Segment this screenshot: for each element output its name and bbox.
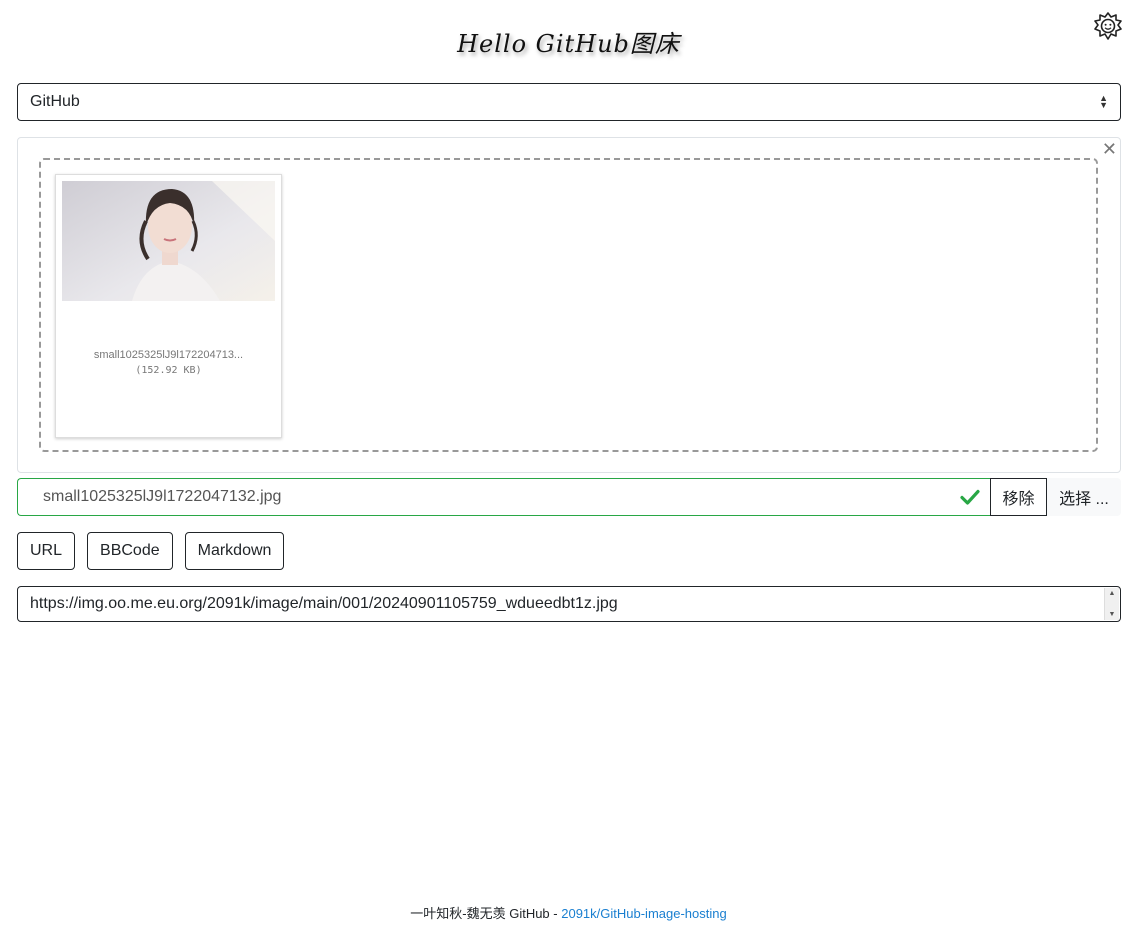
textarea-scrollbar[interactable]: ▲ ▼	[1104, 588, 1119, 620]
result-link-text: https://img.oo.me.eu.org/2091k/image/mai…	[30, 595, 618, 612]
upload-panel: ✕ small1025325lJ9l172204713... (152.92 K…	[17, 137, 1121, 473]
markdown-format-button[interactable]: Markdown	[184, 532, 285, 570]
preview-image	[62, 181, 275, 301]
drop-zone[interactable]: small1025325lJ9l172204713... (152.92 KB)	[39, 158, 1098, 452]
file-input-group: small1025325lJ9l1722047132.jpg 移除 选择 ...	[17, 478, 1121, 516]
format-buttons: URL BBCode Markdown	[17, 532, 285, 570]
preview-file-name: small1025325lJ9l172204713...	[93, 349, 244, 361]
url-format-button[interactable]: URL	[17, 532, 76, 570]
footer-repo-link[interactable]: 2091k/GitHub-image-hosting	[561, 906, 726, 921]
scroll-down-icon[interactable]: ▼	[1109, 611, 1116, 618]
sun-face-icon	[1094, 12, 1122, 40]
check-icon	[960, 489, 980, 505]
close-icon[interactable]: ✕	[1102, 139, 1117, 160]
preview-file-size: (152.92 KB)	[135, 365, 202, 376]
page-title: Hello GitHub图床	[457, 30, 680, 58]
file-caption-text: small1025325lJ9l1722047132.jpg	[43, 488, 282, 505]
storage-select[interactable]: GitHub ▲ ▼	[17, 83, 1121, 121]
storage-select-value: GitHub	[30, 93, 80, 110]
theme-toggle-button[interactable]	[1094, 12, 1122, 40]
file-preview-card: small1025325lJ9l172204713... (152.92 KB)	[55, 174, 282, 438]
footer: 一叶知秋-魏无羡 GitHub - 2091k/GitHub-image-hos…	[0, 903, 1137, 922]
bbcode-format-button[interactable]: BBCode	[87, 532, 173, 570]
footer-text: 一叶知秋-魏无羡 GitHub -	[410, 906, 562, 921]
remove-button[interactable]: 移除	[990, 478, 1047, 516]
browse-button[interactable]: 选择 ...	[1047, 478, 1121, 516]
sort-arrows-icon: ▲ ▼	[1099, 93, 1108, 110]
scroll-up-icon[interactable]: ▲	[1109, 590, 1116, 597]
file-caption[interactable]: small1025325lJ9l1722047132.jpg	[17, 478, 990, 516]
result-link-textarea[interactable]: https://img.oo.me.eu.org/2091k/image/mai…	[17, 586, 1121, 622]
